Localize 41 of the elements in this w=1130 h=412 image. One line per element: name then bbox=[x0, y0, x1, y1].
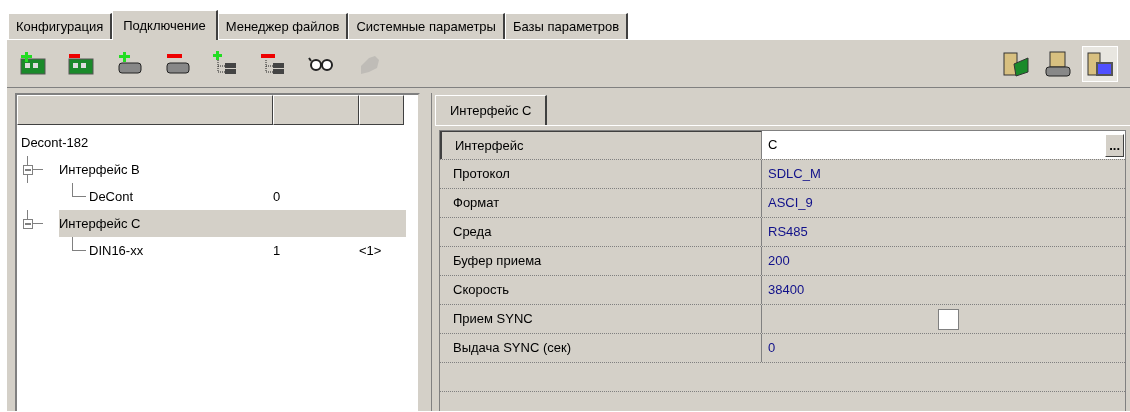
property-value: 200 bbox=[768, 252, 791, 271]
property-value: ASCI_9 bbox=[768, 194, 814, 213]
property-label: Скорость bbox=[453, 281, 510, 300]
tree-item[interactable]: Интерфейс C bbox=[57, 213, 143, 234]
column-header[interactable] bbox=[17, 95, 273, 125]
panel-tab[interactable]: Интерфейс C bbox=[435, 95, 548, 125]
property-label: Интерфейс bbox=[455, 136, 524, 155]
column-header[interactable] bbox=[359, 95, 404, 125]
property-label: Формат bbox=[453, 194, 500, 213]
collapse-icon[interactable] bbox=[23, 165, 33, 175]
server-monitor-icon bbox=[1086, 49, 1114, 78]
checkbox[interactable] bbox=[938, 308, 959, 330]
property-label: Выдача SYNC (сек) bbox=[453, 339, 571, 358]
tab[interactable]: Системные параметры bbox=[348, 13, 505, 39]
property-value: 0 bbox=[768, 339, 777, 358]
tree-item[interactable]: DIN16-xx bbox=[87, 240, 146, 261]
toolbar-button[interactable] bbox=[1082, 45, 1118, 82]
server-modem-icon bbox=[1044, 49, 1072, 78]
tree-item[interactable]: DeCont bbox=[87, 186, 136, 207]
tree-item[interactable]: Decont-182 bbox=[19, 132, 91, 153]
property-label: Прием SYNC bbox=[453, 310, 533, 329]
board-plus-icon bbox=[19, 49, 47, 78]
ellipsis-button[interactable]: ... bbox=[1105, 133, 1124, 157]
tab[interactable]: Конфигурация bbox=[8, 13, 113, 39]
tree-cell: <1> bbox=[359, 242, 382, 258]
column-header[interactable] bbox=[273, 95, 359, 125]
property-value: SDLC_M bbox=[768, 165, 822, 184]
property-label: Среда bbox=[453, 223, 492, 242]
property-label: Протокол bbox=[453, 165, 510, 184]
server-card-icon bbox=[1002, 49, 1030, 78]
property-value: RS485 bbox=[768, 223, 809, 242]
tab[interactable]: Подключение bbox=[112, 10, 218, 40]
tab[interactable]: Менеджер файлов bbox=[217, 13, 349, 39]
tree-cell: 0 bbox=[273, 188, 281, 204]
property-value: 38400 bbox=[768, 281, 806, 300]
value-field[interactable]: C bbox=[768, 135, 1106, 155]
tree-item[interactable]: Интерфейс B bbox=[57, 159, 142, 180]
collapse-icon[interactable] bbox=[23, 219, 33, 229]
tab[interactable]: Базы параметров bbox=[504, 13, 629, 39]
property-label: Буфер приема bbox=[453, 252, 542, 271]
tree-cell: 1 bbox=[273, 242, 281, 258]
